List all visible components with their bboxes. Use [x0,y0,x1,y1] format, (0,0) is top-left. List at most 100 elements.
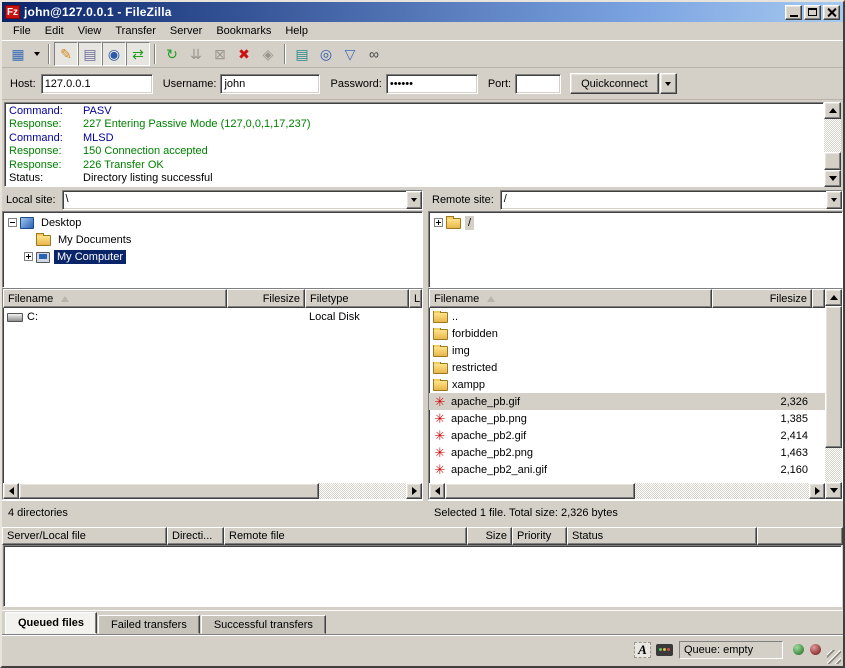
remote-vscrollbar[interactable] [825,289,842,499]
local-tree[interactable]: Desktop My Documents My Computer [2,211,423,288]
remote-col-filesize[interactable]: Filesize [712,289,812,308]
site-manager-dropdown[interactable] [30,42,44,66]
transfer-type-ascii-icon[interactable]: A [634,642,651,658]
local-rows[interactable]: C: Local Disk [3,308,422,483]
menu-transfer[interactable]: Transfer [108,23,163,39]
remote-site-combo[interactable]: / [500,190,843,210]
speed-limits-icon[interactable] [656,644,673,656]
minimize-button[interactable] [785,5,802,20]
remote-file-row[interactable]: restricted [429,359,825,376]
remote-file-row[interactable]: img [429,342,825,359]
scroll-right-button[interactable] [809,483,825,499]
local-col-filetype[interactable]: Filetype [305,289,409,308]
host-input[interactable] [41,74,153,94]
remote-file-row[interactable]: .. [429,308,825,325]
local-col-lastmodified[interactable]: L [409,289,422,308]
scroll-down-button[interactable] [824,170,841,187]
local-site-dropdown[interactable] [406,191,422,209]
username-input[interactable] [220,74,320,94]
close-button[interactable] [823,5,840,20]
menu-edit[interactable]: Edit [38,23,71,39]
local-file-row[interactable]: C: Local Disk [3,308,422,325]
remote-site-dropdown[interactable] [826,191,842,209]
queue-col-size[interactable]: Size [467,527,512,545]
reconnect-button[interactable]: ◈ [256,42,280,66]
queue-col-direction[interactable]: Directi... [167,527,224,545]
scroll-right-button[interactable] [406,483,422,499]
scroll-track[interactable] [824,119,841,152]
remote-file-row[interactable]: ✳apache_pb2.png 1,463 [429,444,825,461]
quickconnect-button[interactable]: Quickconnect [570,73,659,94]
cancel-operation-button[interactable]: ⊠ [208,42,232,66]
queue-col-status[interactable]: Status [567,527,757,545]
tree-item-root[interactable]: / [431,214,842,231]
local-col-filename[interactable]: Filename [3,289,227,308]
remote-file-row-selected[interactable]: ✳apache_pb.gif 2,326 [429,393,825,410]
site-manager-button[interactable]: ▦ [6,42,30,66]
menu-help[interactable]: Help [278,23,315,39]
scroll-track[interactable] [825,448,842,482]
queue-col-priority[interactable]: Priority [512,527,567,545]
queue-col-remotefile[interactable]: Remote file [224,527,467,545]
expand-icon[interactable] [434,218,443,227]
remote-col-filler [812,289,825,308]
log-scrollbar[interactable] [824,102,841,187]
menu-server[interactable]: Server [163,23,209,39]
expand-icon[interactable] [24,252,33,261]
toggle-queue-button[interactable]: ⇄ [126,42,150,66]
scroll-track[interactable] [319,483,406,499]
directory-comparison-button[interactable]: ▤ [290,42,314,66]
refresh-button[interactable]: ↻ [160,42,184,66]
maximize-button[interactable] [804,5,821,20]
menu-file[interactable]: File [6,23,38,39]
local-hscrollbar[interactable] [3,483,422,499]
scroll-left-button[interactable] [429,483,445,499]
toggle-remote-tree-button[interactable]: ◉ [102,42,126,66]
tab-successful-transfers[interactable]: Successful transfers [201,615,326,634]
scroll-left-button[interactable] [3,483,19,499]
remote-file-row[interactable]: ✳apache_pb2_ani.gif 2,160 [429,461,825,478]
queue-col-serverlocal[interactable]: Server/Local file [2,527,167,545]
resize-grip[interactable] [827,650,841,664]
password-input[interactable] [386,74,478,94]
tree-item-my-computer[interactable]: My Computer [5,248,422,265]
disconnect-button[interactable]: ✖ [232,42,256,66]
menu-bookmarks[interactable]: Bookmarks [209,23,278,39]
remote-col-filename[interactable]: Filename [429,289,712,308]
local-col-filesize[interactable]: Filesize [227,289,305,308]
scroll-thumb[interactable] [445,483,635,499]
scroll-down-button[interactable] [825,482,842,499]
image-file-icon: ✳ [433,412,447,426]
queue-list-area[interactable] [3,545,842,607]
scroll-thumb[interactable] [19,483,319,499]
scroll-up-button[interactable] [824,102,841,119]
scroll-track[interactable] [635,483,809,499]
tab-queued-files[interactable]: Queued files [5,612,97,634]
remote-file-row[interactable]: ✳apache_pb2.gif 2,414 [429,427,825,444]
port-input[interactable] [515,74,561,94]
tree-item-my-documents[interactable]: My Documents [5,231,422,248]
toggle-log-button[interactable]: ✎ [54,42,78,66]
message-log: Command:PASV Response:227 Entering Passi… [4,102,841,187]
tab-failed-transfers[interactable]: Failed transfers [98,615,200,634]
search-button[interactable]: ∞ [362,42,386,66]
filter-button[interactable]: ▽ [338,42,362,66]
remote-file-row[interactable]: forbidden [429,325,825,342]
remote-hscrollbar[interactable] [429,483,825,499]
collapse-icon[interactable] [8,218,17,227]
local-site-combo[interactable]: \ [62,190,423,210]
synchronized-browsing-button[interactable]: ◎ [314,42,338,66]
title-bar[interactable]: Fz john@127.0.0.1 - FileZilla [2,2,843,22]
toggle-local-tree-button[interactable]: ▤ [78,42,102,66]
remote-tree[interactable]: / [428,211,843,288]
menu-view[interactable]: View [71,23,109,39]
process-queue-button[interactable]: ⇊ [184,42,208,66]
tree-item-desktop[interactable]: Desktop [5,214,422,231]
quickconnect-dropdown[interactable] [660,73,677,94]
scroll-thumb[interactable] [825,306,842,448]
scroll-up-button[interactable] [825,289,842,306]
remote-file-row[interactable]: ✳apache_pb.png 1,385 [429,410,825,427]
remote-file-row[interactable]: xampp [429,376,825,393]
scroll-thumb[interactable] [824,152,841,170]
remote-rows[interactable]: .. forbidden img restricted [429,308,825,483]
